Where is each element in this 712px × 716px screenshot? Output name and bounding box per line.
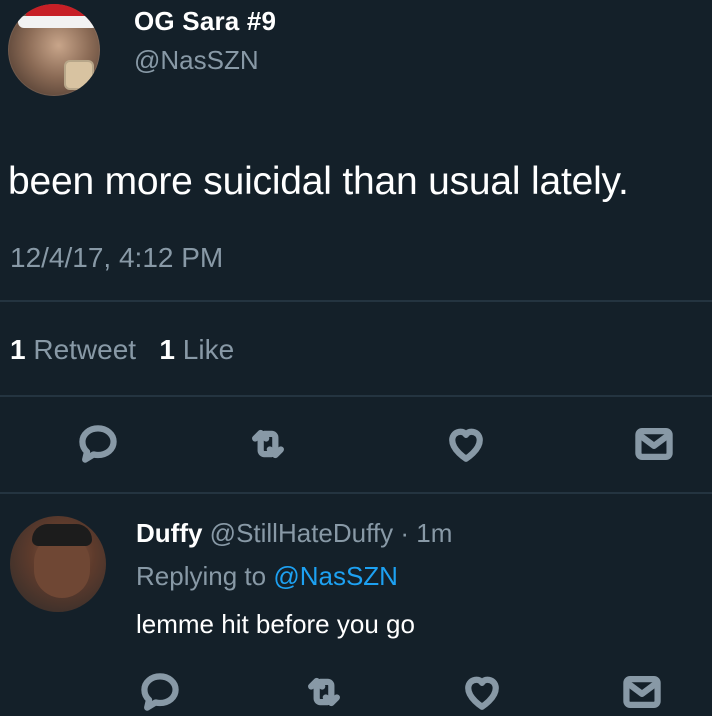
divider [0,492,712,494]
reply-age: 1m [416,518,453,548]
like-button[interactable] [442,420,490,468]
retweet-count-link[interactable]: 1 Retweet [10,334,144,365]
direct-message-button[interactable] [630,420,678,468]
reply-avatar[interactable] [10,516,106,612]
meta-separator: · [400,518,409,548]
engagement-counts: 1 Retweet 1 Like [10,334,234,366]
santa-hat-trim [18,16,98,28]
reply-handle[interactable]: @StillHateDuffy [210,518,393,548]
like-count-link[interactable]: 1 Like [159,334,234,365]
replying-to: Replying to @NasSZN [136,561,398,592]
tweet-text: been more suicidal than usual lately. [8,160,629,203]
reply-retweet-button[interactable] [300,668,348,716]
tweet-timestamp: 12/4/17, 4:12 PM [10,242,224,273]
bottle-icon [64,60,94,90]
retweet-button[interactable] [244,420,292,468]
direct-message-icon [635,428,673,460]
like-icon [465,676,499,710]
reply-display-name[interactable]: Duffy [136,518,202,548]
replying-to-prefix: Replying to [136,561,267,591]
display-name[interactable]: OG Sara #9 [134,6,276,37]
like-icon [449,428,483,462]
retweet-label: Retweet [33,334,137,365]
reply-header: Duffy @StillHateDuffy · 1m [136,518,452,549]
avatar[interactable] [8,4,100,96]
hair-shape [32,524,92,546]
retweet-count: 1 [10,334,26,365]
direct-message-icon [623,676,661,708]
reply-icon [79,425,117,463]
reply-direct-message-button[interactable] [618,668,666,716]
reply-text: lemme hit before you go [136,609,415,639]
retweet-icon [252,429,284,459]
retweet-icon [308,677,340,707]
divider [0,300,712,302]
reply-like-button[interactable] [458,668,506,716]
like-label: Like [182,334,235,365]
reply-icon [141,673,179,711]
reply-button[interactable] [74,420,122,468]
replying-to-handle-link[interactable]: @NasSZN [273,561,398,591]
divider [0,395,712,397]
reply-reply-button[interactable] [136,668,184,716]
user-handle[interactable]: @NasSZN [134,45,259,76]
like-count: 1 [159,334,175,365]
